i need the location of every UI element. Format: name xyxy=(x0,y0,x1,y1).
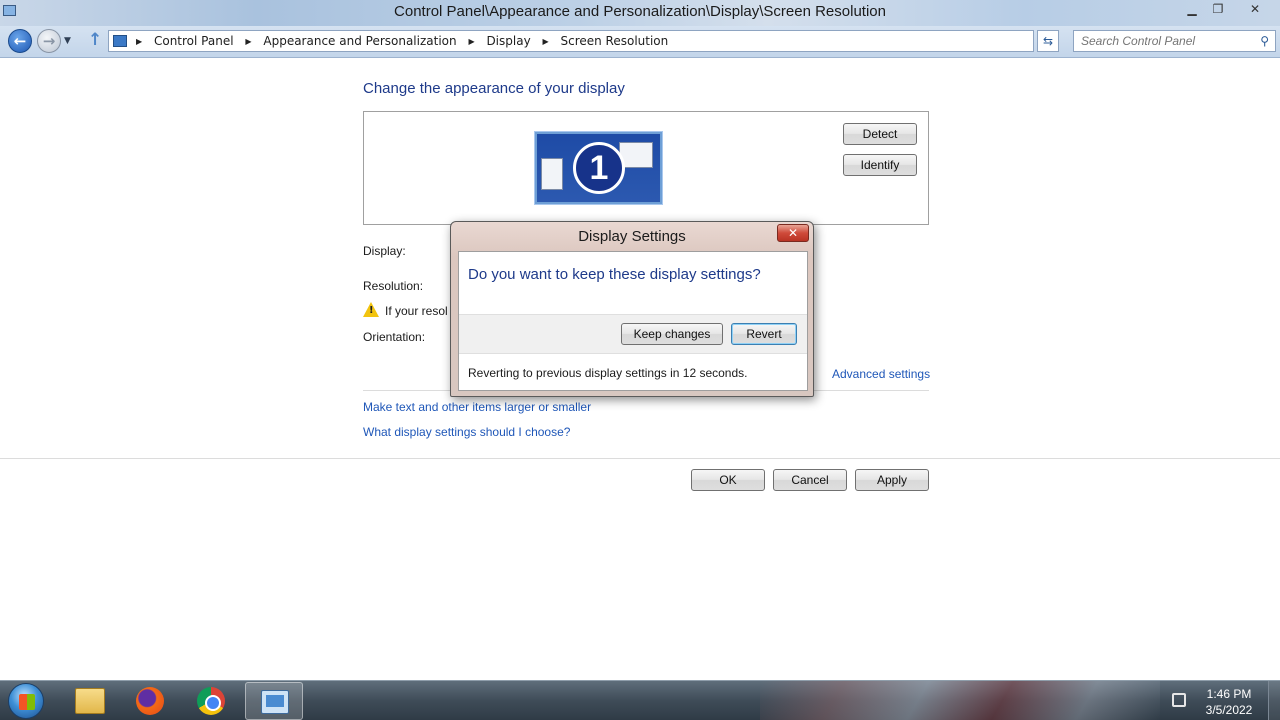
apply-button[interactable]: Apply xyxy=(855,469,929,491)
taskbar-control-panel[interactable] xyxy=(245,682,303,720)
keep-changes-button[interactable]: Keep changes xyxy=(621,323,723,345)
ok-button[interactable]: OK xyxy=(691,469,765,491)
chevron-right-icon[interactable]: ▶ xyxy=(543,37,549,46)
monitor-window-icon xyxy=(541,158,563,190)
orientation-label: Orientation: xyxy=(363,330,426,344)
start-button[interactable] xyxy=(8,683,44,719)
taskbar-firefox[interactable] xyxy=(122,682,180,720)
folder-icon xyxy=(75,688,105,714)
taskbar: 1:46 PM 3/5/2022 xyxy=(0,680,1280,720)
resolution-label: Resolution: xyxy=(363,279,424,293)
breadcrumb-control-panel[interactable]: Control Panel xyxy=(154,34,234,48)
system-clock[interactable]: 1:46 PM 3/5/2022 xyxy=(1196,686,1262,718)
chevron-right-icon[interactable]: ▶ xyxy=(468,37,474,46)
firefox-icon xyxy=(136,687,164,715)
chevron-right-icon[interactable]: ▶ xyxy=(136,37,142,46)
restore-button[interactable]: ❐ xyxy=(1206,1,1230,19)
breadcrumb: ▶ Control Panel ▶ Appearance and Persona… xyxy=(133,34,673,48)
text-size-link[interactable]: Make text and other items larger or smal… xyxy=(363,400,591,414)
windows-logo-icon xyxy=(19,694,35,710)
chevron-right-icon[interactable]: ▶ xyxy=(245,37,251,46)
detect-button[interactable]: Detect xyxy=(843,123,917,145)
show-desktop-button[interactable] xyxy=(1268,681,1280,720)
recent-pages-chevron-icon[interactable]: ▼ xyxy=(64,36,71,46)
dialog-title: Display Settings xyxy=(578,228,686,245)
window-titlebar[interactable]: Control Panel\Appearance and Personaliza… xyxy=(0,0,1280,26)
divider xyxy=(0,458,1280,459)
clock-time: 1:46 PM xyxy=(1206,687,1252,701)
revert-button[interactable]: Revert xyxy=(731,323,797,345)
refresh-icon[interactable]: ⇆ xyxy=(1037,30,1059,52)
breadcrumb-appearance[interactable]: Appearance and Personalization xyxy=(263,34,456,48)
breadcrumb-screen-resolution[interactable]: Screen Resolution xyxy=(560,34,668,48)
back-arrow-icon[interactable]: ← xyxy=(8,29,32,53)
up-arrow-icon[interactable]: ↑ xyxy=(88,30,102,50)
address-bar[interactable]: ▶ Control Panel ▶ Appearance and Persona… xyxy=(108,30,1136,52)
warning-mark: ! xyxy=(369,305,374,316)
search-icon[interactable]: ⚲ xyxy=(1260,34,1269,48)
page-title: Change the appearance of your display xyxy=(363,80,625,97)
control-panel-icon xyxy=(261,690,289,714)
dialog-question: Do you want to keep these display settin… xyxy=(468,266,761,283)
close-button[interactable]: ✕ xyxy=(1238,1,1272,19)
window-title: Control Panel\Appearance and Personaliza… xyxy=(394,3,886,20)
forward-arrow-icon[interactable]: → xyxy=(37,29,61,53)
wallpaper-strip xyxy=(760,681,1160,720)
control-panel-icon xyxy=(113,35,127,47)
cancel-button[interactable]: Cancel xyxy=(773,469,847,491)
resolution-warning-text: If your resol xyxy=(385,304,448,318)
search-box[interactable]: ⚲ xyxy=(1073,30,1276,52)
dialog-close-button[interactable]: ✕ xyxy=(777,224,809,242)
dialog-body: Do you want to keep these display settin… xyxy=(458,251,808,391)
display-settings-dialog: Display Settings ✕ Do you want to keep t… xyxy=(450,221,814,397)
taskbar-chrome[interactable] xyxy=(183,682,241,720)
display-label: Display: xyxy=(363,244,406,258)
search-input[interactable] xyxy=(1074,31,1249,51)
taskbar-file-explorer[interactable] xyxy=(61,682,119,720)
action-center-icon[interactable] xyxy=(1172,693,1186,707)
clock-date: 3/5/2022 xyxy=(1205,703,1253,717)
monitor-1[interactable]: 1 xyxy=(535,132,662,204)
advanced-settings-link[interactable]: Advanced settings xyxy=(832,367,930,381)
breadcrumb-display[interactable]: Display xyxy=(486,34,530,48)
dialog-button-bar: Keep changes Revert xyxy=(459,314,807,354)
navigation-bar: ← → ▼ ↑ ▶ Control Panel ▶ Appearance and… xyxy=(0,26,1280,58)
revert-countdown-text: Reverting to previous display settings i… xyxy=(468,366,748,380)
display-settings-help-link[interactable]: What display settings should I choose? xyxy=(363,425,570,439)
minimize-button[interactable]: ▁ xyxy=(1180,1,1204,19)
chrome-icon xyxy=(197,687,225,715)
identify-button[interactable]: Identify xyxy=(843,154,917,176)
monitor-number: 1 xyxy=(573,142,625,194)
